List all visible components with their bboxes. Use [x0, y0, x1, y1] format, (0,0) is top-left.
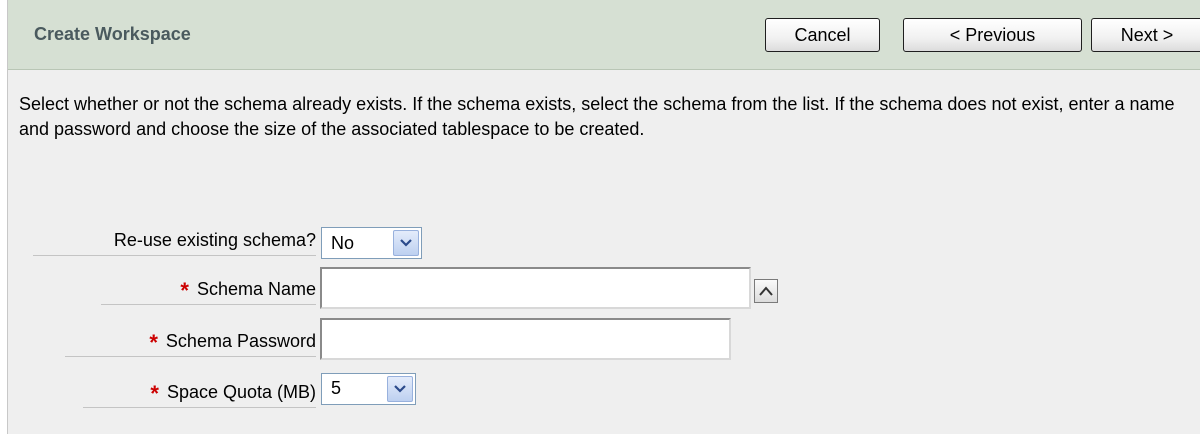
- schema-name-label: * Schema Name: [101, 279, 316, 305]
- schema-password-label-text: Schema Password: [165, 331, 316, 351]
- required-marker: *: [180, 278, 189, 303]
- space-quota-label: * Space Quota (MB): [83, 382, 316, 408]
- space-quota-value: 5: [331, 378, 342, 398]
- schema-password-label: * Schema Password: [65, 331, 316, 357]
- reuse-schema-select[interactable]: No: [321, 227, 422, 259]
- schema-list-popup-button[interactable]: [754, 279, 778, 303]
- reuse-schema-label: Re-use existing schema?: [33, 230, 316, 256]
- required-marker: *: [149, 330, 158, 355]
- chevron-down-icon[interactable]: [393, 230, 419, 256]
- page-title: Create Workspace: [34, 24, 191, 44]
- required-marker: *: [150, 381, 159, 406]
- reuse-schema-label-text: Re-use existing schema?: [113, 230, 316, 250]
- space-quota-label-text: Space Quota (MB): [166, 382, 316, 402]
- cancel-button[interactable]: Cancel: [765, 18, 880, 52]
- schema-name-label-text: Schema Name: [196, 279, 316, 299]
- chevron-down-icon[interactable]: [387, 376, 413, 402]
- schema-password-input[interactable]: [320, 318, 731, 360]
- space-quota-select[interactable]: 5: [321, 373, 416, 405]
- create-workspace-region: Create Workspace Cancel < Previous Next …: [7, 0, 1200, 434]
- region-header: Create Workspace Cancel < Previous Next …: [8, 0, 1200, 70]
- next-button[interactable]: Next >: [1091, 18, 1200, 52]
- instructions-text: Select whether or not the schema already…: [19, 94, 1175, 139]
- previous-button[interactable]: < Previous: [903, 18, 1082, 52]
- reuse-schema-value: No: [331, 233, 355, 253]
- schema-name-input[interactable]: [320, 267, 751, 309]
